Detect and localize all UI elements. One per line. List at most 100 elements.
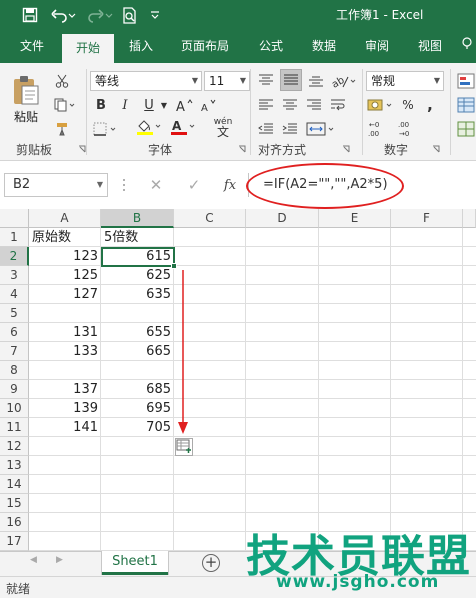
sheet-nav-next-icon[interactable]: ▶ (56, 555, 63, 565)
tab-file[interactable]: 文件 (10, 30, 54, 63)
align-center-icon[interactable] (280, 95, 300, 115)
row-header[interactable]: 12 (0, 437, 29, 456)
cell-a3[interactable]: 125 (29, 266, 101, 285)
cell-a4[interactable]: 127 (29, 285, 101, 304)
tab-formulas[interactable]: 公式 (252, 30, 290, 63)
cell-a6[interactable]: 131 (29, 323, 101, 342)
font-launcher-icon[interactable] (238, 145, 246, 153)
column-header-d[interactable]: D (246, 209, 319, 228)
add-sheet-icon[interactable]: + (202, 554, 220, 572)
cell-a1[interactable]: 原始数 (29, 228, 101, 247)
italic-button[interactable]: I (116, 95, 134, 115)
cell-b3[interactable]: 625 (101, 266, 174, 285)
enter-icon[interactable]: ✓ (182, 175, 206, 195)
row-header[interactable]: 9 (0, 380, 29, 399)
select-all-button[interactable] (0, 209, 29, 228)
number-format-select[interactable]: 常规 ▼ (366, 71, 444, 91)
decrease-indent-icon[interactable] (256, 119, 276, 139)
alignment-launcher-icon[interactable] (342, 145, 350, 153)
fill-handle[interactable] (171, 263, 177, 269)
row-header[interactable]: 7 (0, 342, 29, 361)
cell-b1[interactable]: 5倍数 (101, 228, 174, 247)
accounting-format-icon[interactable] (366, 95, 396, 115)
align-middle-icon[interactable] (280, 69, 302, 91)
paste-button[interactable]: 粘贴 (8, 69, 44, 129)
cell-b7[interactable]: 665 (101, 342, 174, 361)
row-header[interactable]: 14 (0, 475, 29, 494)
formula-input[interactable]: =IF(A2="","",A2*5) (248, 173, 476, 197)
row-header[interactable]: 17 (0, 532, 29, 551)
row-header[interactable]: 2 (0, 247, 29, 266)
align-bottom-icon[interactable] (306, 71, 326, 91)
row-header[interactable]: 5 (0, 304, 29, 323)
row-header[interactable]: 15 (0, 494, 29, 513)
cut-icon[interactable] (52, 71, 72, 91)
row-header[interactable]: 13 (0, 456, 29, 475)
row-header[interactable]: 16 (0, 513, 29, 532)
cell-a9[interactable]: 137 (29, 380, 101, 399)
row-header[interactable]: 8 (0, 361, 29, 380)
wrap-text-icon[interactable] (328, 95, 350, 115)
column-header-g[interactable] (463, 209, 476, 228)
increase-decimal-icon[interactable]: ←0.00 (366, 119, 392, 139)
column-header-e[interactable]: E (319, 209, 391, 228)
row-header[interactable]: 1 (0, 228, 29, 247)
cell-a7[interactable]: 133 (29, 342, 101, 361)
format-painter-icon[interactable] (52, 119, 72, 139)
tab-data[interactable]: 数据 (304, 30, 344, 63)
column-header-c[interactable]: C (174, 209, 246, 228)
cell-a2[interactable]: 123 (29, 247, 101, 266)
undo-icon[interactable] (48, 5, 78, 25)
tab-insert[interactable]: 插入 (120, 30, 162, 63)
tab-view[interactable]: 视图 (410, 30, 450, 63)
sheet-tab-sheet1[interactable]: Sheet1 (102, 551, 168, 575)
row-header[interactable]: 3 (0, 266, 29, 285)
formula-bar-grip-icon[interactable] (122, 175, 126, 195)
tab-review[interactable]: 审阅 (358, 30, 396, 63)
increase-indent-icon[interactable] (280, 119, 300, 139)
row-header[interactable]: 6 (0, 323, 29, 342)
clipboard-launcher-icon[interactable] (78, 145, 86, 153)
cell-b4[interactable]: 635 (101, 285, 174, 304)
format-as-table-icon[interactable] (456, 95, 476, 115)
font-size-select[interactable]: 11 ▼ (204, 71, 250, 91)
name-box[interactable]: B2 ▼ (4, 173, 108, 197)
conditional-formatting-icon[interactable] (456, 71, 476, 91)
print-preview-icon[interactable] (120, 5, 140, 25)
redo-icon[interactable] (86, 5, 114, 25)
borders-icon[interactable] (92, 119, 120, 139)
cell-b10[interactable]: 695 (101, 399, 174, 418)
column-header-b[interactable]: B (101, 209, 174, 228)
cancel-icon[interactable]: ✕ (144, 175, 168, 195)
number-launcher-icon[interactable] (432, 145, 440, 153)
cell-styles-icon[interactable] (456, 119, 476, 139)
worksheet-grid[interactable]: A B C D E F 1 2 3 4 5 6 7 8 9 10 11 12 1… (0, 209, 476, 551)
row-header[interactable]: 4 (0, 285, 29, 304)
bold-button[interactable]: B (92, 95, 110, 115)
row-header[interactable]: 10 (0, 399, 29, 418)
decrease-decimal-icon[interactable]: .00 →0 (396, 119, 422, 139)
auto-fill-options-button[interactable] (175, 438, 193, 456)
fill-color-icon[interactable] (134, 117, 164, 137)
percent-style-icon[interactable]: % (398, 95, 418, 115)
column-header-a[interactable]: A (29, 209, 101, 228)
cell-b11[interactable]: 705 (101, 418, 174, 437)
save-icon[interactable] (20, 5, 40, 25)
align-left-icon[interactable] (256, 95, 276, 115)
insert-function-button[interactable]: fx (218, 175, 242, 195)
cell-b2[interactable]: 615 (101, 247, 174, 266)
comma-style-icon[interactable]: , (420, 95, 440, 115)
text-orientation-icon[interactable]: ab (330, 71, 358, 91)
tab-home[interactable]: 开始 (62, 34, 114, 63)
font-shrink-icon[interactable]: A (198, 95, 218, 115)
sheet-nav-prev-icon[interactable]: ◀ (30, 555, 37, 565)
font-grow-icon[interactable]: A (174, 95, 194, 115)
align-right-icon[interactable] (304, 95, 324, 115)
customize-qat-icon[interactable] (148, 5, 162, 25)
align-top-icon[interactable] (256, 71, 276, 91)
column-header-f[interactable]: F (391, 209, 463, 228)
tab-more-icon[interactable] (458, 30, 476, 63)
cell-a10[interactable]: 139 (29, 399, 101, 418)
cell-b6[interactable]: 655 (101, 323, 174, 342)
underline-button[interactable]: U (140, 95, 158, 115)
